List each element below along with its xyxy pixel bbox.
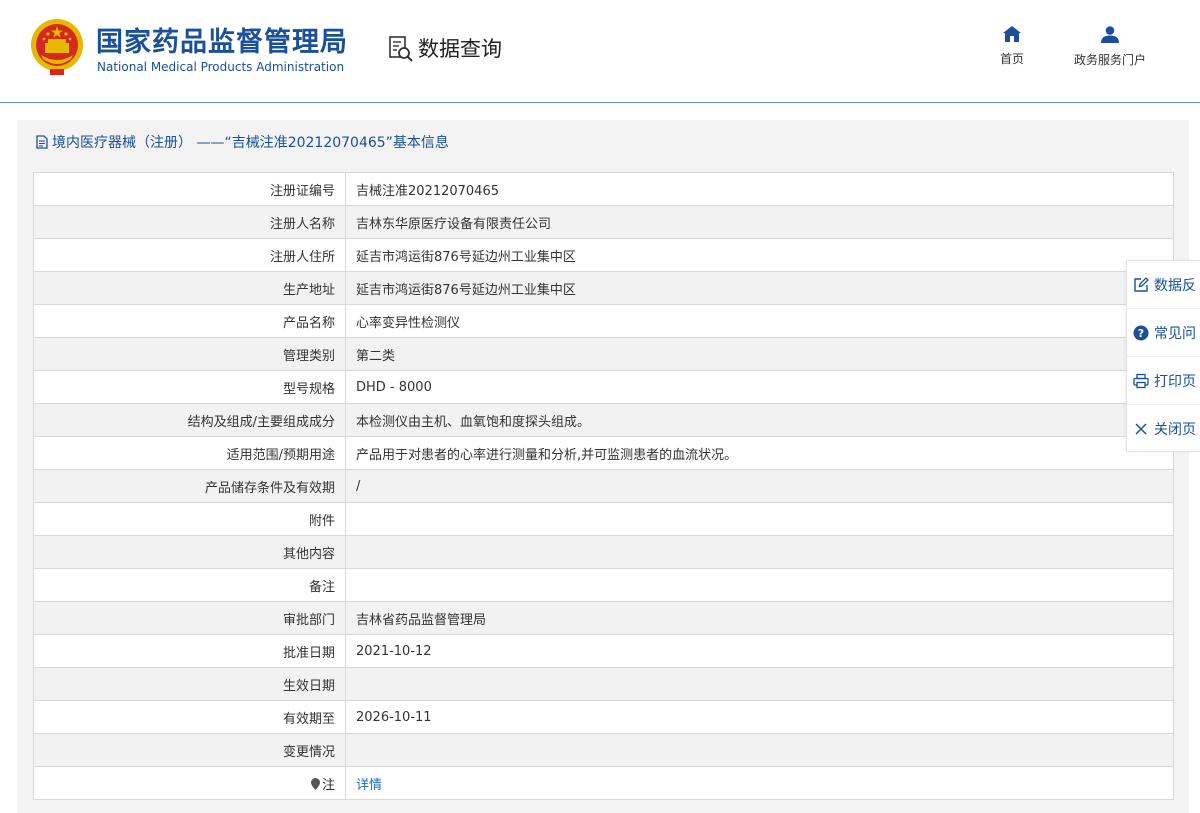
table-row: 审批部门 吉林省药品监督管理局 <box>33 601 1174 635</box>
row-value: 2021-10-12 <box>345 634 1174 668</box>
floating-side-panel: 数据反 ? 常见问 打印页 关闭页 <box>1126 260 1200 452</box>
row-value: 第二类 <box>345 337 1174 371</box>
details-link[interactable]: 详情 <box>356 778 382 793</box>
row-value: 产品用于对患者的心率进行测量和分析,并可监测患者的血流状况。 <box>345 436 1174 470</box>
info-table: 注册证编号 吉械注准20212070465 注册人名称 吉林东华原医疗设备有限责任公… <box>33 172 1174 800</box>
table-row: 适用范围/预期用途 产品用于对患者的心率进行测量和分析,并可监测患者的血流状况。 <box>33 436 1174 470</box>
row-label: 其他内容 <box>33 535 346 569</box>
info-panel: 境内医疗器械（注册） ——“吉械注准20212070465”基本信息 注册证编号… <box>17 120 1189 813</box>
nav-gov-portal[interactable]: 政务服务门户 <box>1060 26 1160 68</box>
row-value: 吉械注准20212070465 <box>345 172 1174 206</box>
nav-home-label: 首页 <box>999 52 1024 66</box>
row-value <box>345 568 1174 602</box>
table-row: 附件 <box>33 502 1174 536</box>
row-label: 产品储存条件及有效期 <box>33 469 346 503</box>
panel-title: 境内医疗器械（注册） ——“吉械注准20212070465”基本信息 <box>35 132 449 152</box>
row-value: 本检测仪由主机、血氧饱和度探头组成。 <box>345 403 1174 437</box>
table-row: 型号规格 DHD - 8000 <box>33 370 1174 404</box>
table-row: 产品名称 心率变异性检测仪 <box>33 304 1174 338</box>
nav-gov-portal-label: 政务服务门户 <box>1073 53 1146 67</box>
row-label-note: 注 <box>33 766 346 800</box>
row-value: 心率变异性检测仪 <box>345 304 1174 338</box>
feedback-button[interactable]: 数据反 <box>1127 261 1200 309</box>
row-value: 延吉市鸿运街876号延边州工业集中区 <box>345 271 1174 305</box>
panel-title-text: 境内医疗器械（注册） ——“吉械注准20212070465”基本信息 <box>52 135 449 151</box>
row-value <box>345 535 1174 569</box>
question-icon: ? <box>1133 325 1149 340</box>
table-row: 其他内容 <box>33 535 1174 569</box>
user-icon <box>1101 26 1119 43</box>
row-value: / <box>345 469 1174 503</box>
row-value <box>345 667 1174 701</box>
table-row: 备注 <box>33 568 1174 602</box>
printer-icon <box>1133 373 1149 388</box>
close-page-button[interactable]: 关闭页 <box>1127 405 1200 453</box>
faq-label: 常见问 <box>1154 325 1196 342</box>
row-value <box>345 502 1174 536</box>
row-value: DHD - 8000 <box>345 370 1174 404</box>
row-label: 批准日期 <box>33 634 346 668</box>
row-value: 吉林东华原医疗设备有限责任公司 <box>345 205 1174 239</box>
row-label: 生产地址 <box>33 271 346 305</box>
row-value: 详情 <box>345 766 1174 800</box>
print-label: 打印页 <box>1154 373 1196 390</box>
logo-title-en[interactable]: National Medical Products Administration <box>97 60 344 74</box>
table-row: 注册证编号 吉械注准20212070465 <box>33 172 1174 206</box>
logo-title-cn[interactable]: 国家药品监督管理局 <box>96 20 348 59</box>
row-value <box>345 733 1174 767</box>
document-search-icon <box>389 36 413 62</box>
nav-home[interactable]: 首页 <box>990 26 1034 67</box>
row-label: 结构及组成/主要组成成分 <box>33 403 346 437</box>
row-value: 2026-10-11 <box>345 700 1174 734</box>
close-icon <box>1135 423 1147 435</box>
row-value: 延吉市鸿运街876号延边州工业集中区 <box>345 238 1174 272</box>
home-icon <box>1003 26 1021 42</box>
edit-icon <box>1134 276 1149 292</box>
table-row: 管理类别 第二类 <box>33 337 1174 371</box>
row-label: 附件 <box>33 502 346 536</box>
site-header: 国家药品监督管理局 National Medical Products Admi… <box>0 0 1200 103</box>
row-label: 型号规格 <box>33 370 346 404</box>
table-row: 生效日期 <box>33 667 1174 701</box>
table-row: 有效期至 2026-10-11 <box>33 700 1174 734</box>
document-icon <box>36 135 48 149</box>
row-label: 注册证编号 <box>33 172 346 206</box>
table-row: 产品储存条件及有效期 / <box>33 469 1174 503</box>
row-label: 管理类别 <box>33 337 346 371</box>
feedback-label: 数据反 <box>1154 277 1196 294</box>
row-label: 适用范围/预期用途 <box>33 436 346 470</box>
pin-icon <box>310 777 320 790</box>
row-label: 注册人住所 <box>33 238 346 272</box>
row-label: 审批部门 <box>33 601 346 635</box>
faq-button[interactable]: ? 常见问 <box>1127 309 1200 357</box>
table-row: 注册人住所 延吉市鸿运街876号延边州工业集中区 <box>33 238 1174 272</box>
row-label: 注册人名称 <box>33 205 346 239</box>
table-row: 生产地址 延吉市鸿运街876号延边州工业集中区 <box>33 271 1174 305</box>
print-button[interactable]: 打印页 <box>1127 357 1200 405</box>
row-label: 产品名称 <box>33 304 346 338</box>
row-label: 备注 <box>33 568 346 602</box>
row-label: 变更情况 <box>33 733 346 767</box>
svg-text:?: ? <box>1138 327 1144 340</box>
note-label: 注 <box>321 777 335 793</box>
row-value: 吉林省药品监督管理局 <box>345 601 1174 635</box>
section-title: 数据查询 <box>418 37 502 61</box>
table-row: 注 详情 <box>33 766 1174 800</box>
table-row: 批准日期 2021-10-12 <box>33 634 1174 668</box>
row-label: 有效期至 <box>33 700 346 734</box>
table-row: 注册人名称 吉林东华原医疗设备有限责任公司 <box>33 205 1174 239</box>
close-page-label: 关闭页 <box>1154 422 1196 438</box>
table-row: 结构及组成/主要组成成分 本检测仪由主机、血氧饱和度探头组成。 <box>33 403 1174 437</box>
row-label: 生效日期 <box>33 667 346 701</box>
national-emblem-icon <box>31 19 83 75</box>
table-row: 变更情况 <box>33 733 1174 767</box>
